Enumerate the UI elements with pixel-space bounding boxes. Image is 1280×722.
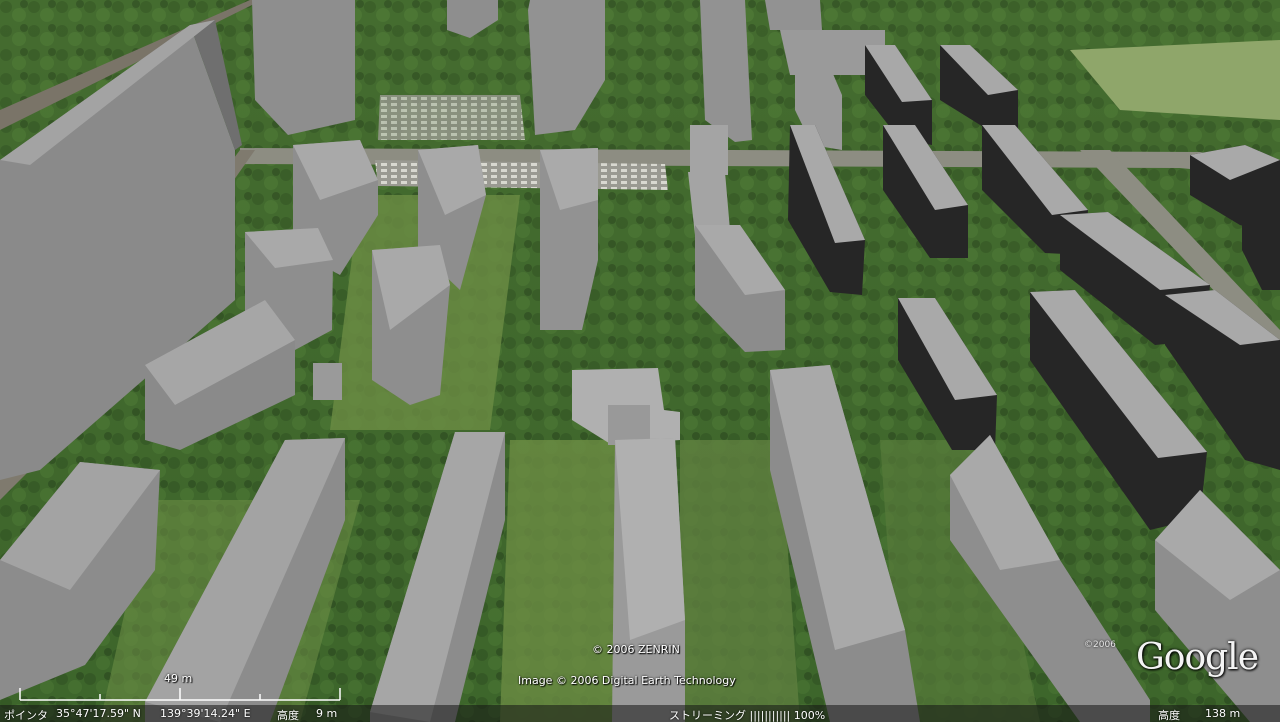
elevation-label: 高度 (277, 709, 299, 722)
google-logo: Google (1136, 637, 1259, 678)
pointer-label: ポインタ (4, 709, 48, 722)
pointer-latitude: 35°47'17.59" N (56, 707, 141, 720)
3d-building-scene[interactable] (0, 0, 1280, 722)
streaming-status: ストリーミング ||||||||||| 100% (669, 709, 826, 722)
elevation-value: 9 m (316, 707, 338, 720)
google-logo-year: ©2006 (1084, 640, 1116, 650)
attribution-imagery: Image © 2006 Digital Earth Technology (518, 674, 736, 687)
parking-lot (378, 95, 525, 140)
building (765, 0, 822, 30)
building (700, 0, 752, 142)
building (608, 405, 650, 445)
pointer-longitude: 139°39'14.24" E (160, 707, 251, 720)
eye-altitude-label: 高度 (1158, 709, 1180, 722)
status-bar: ポインタ 35°47'17.59" N 139°39'14.24" E 高度 9… (0, 705, 1280, 722)
building (690, 125, 728, 175)
attribution-zenrin: © 2006 ZENRIN (592, 643, 680, 656)
map-viewport[interactable]: © 2006 ZENRIN Image © 2006 Digital Earth… (0, 0, 1280, 722)
scale-label: 49 m (164, 672, 193, 685)
eye-altitude-value: 138 m (1205, 707, 1241, 720)
building (313, 363, 342, 400)
